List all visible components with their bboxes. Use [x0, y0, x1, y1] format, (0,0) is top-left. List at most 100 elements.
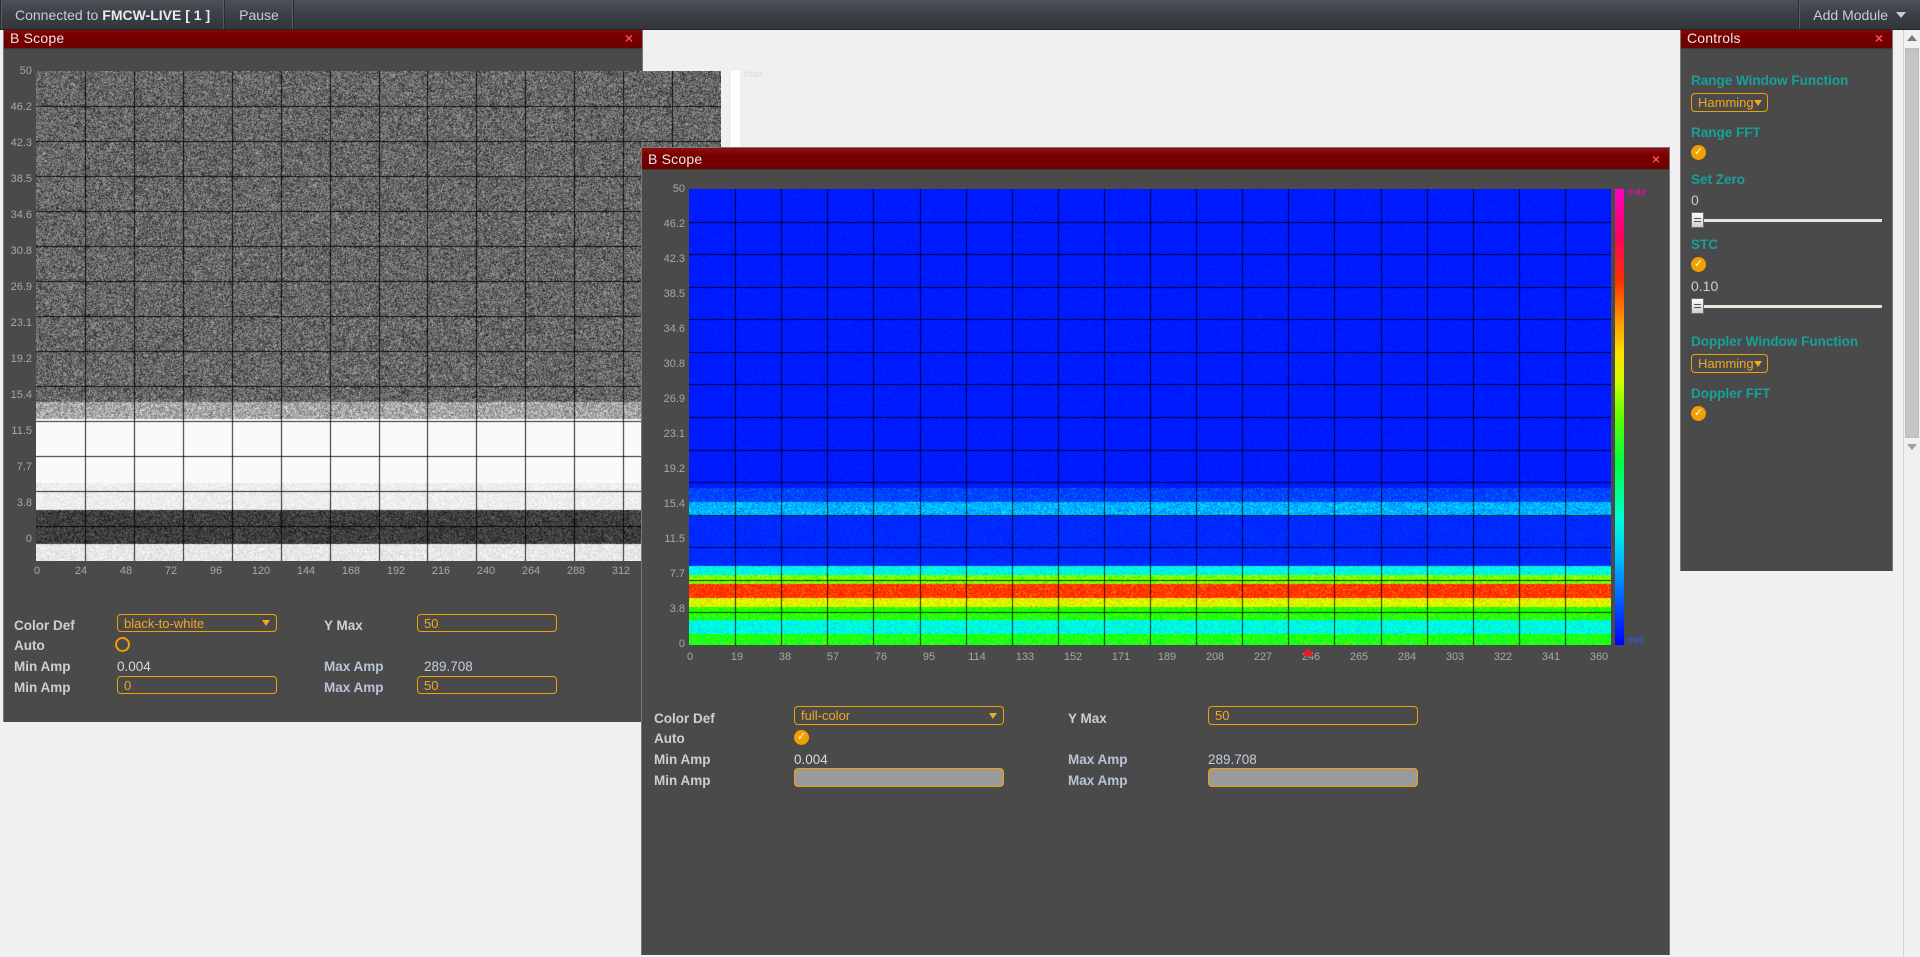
bscope-window-2-titlebar[interactable]: B Scope ×: [642, 148, 1669, 170]
y-tick: 30.8: [663, 358, 685, 370]
min-amp-input[interactable]: 0: [117, 676, 277, 694]
stc-slider[interactable]: [1691, 298, 1882, 314]
close-icon[interactable]: ×: [1872, 31, 1886, 45]
x-tick: 48: [119, 565, 133, 577]
max-amp-readout-label: Max Amp: [1068, 752, 1128, 767]
bscope-2-colorbar: [1615, 189, 1624, 645]
color-def-label: Color Def: [14, 618, 75, 633]
slider-track: [1691, 305, 1882, 308]
chevron-down-icon: [262, 620, 270, 626]
slider-thumb[interactable]: [1691, 298, 1704, 314]
y-tick: 34.6: [10, 209, 32, 221]
x-tick: 322: [1493, 651, 1513, 663]
close-icon[interactable]: ×: [1649, 152, 1663, 166]
max-amp-input[interactable]: [1208, 768, 1418, 787]
color-def-label: Color Def: [654, 711, 715, 726]
add-module-button[interactable]: Add Module: [1798, 0, 1920, 29]
x-tick: 72: [164, 565, 178, 577]
range-fft-label: Range FFT: [1691, 125, 1761, 140]
min-amp-readout-value: 0.004: [117, 659, 151, 674]
doppler-fft-checkbox[interactable]: ✓: [1691, 406, 1706, 421]
y-max-value: 50: [424, 615, 439, 631]
y-tick: 19.2: [10, 353, 32, 365]
doppler-window-function-select[interactable]: Hamming: [1691, 354, 1768, 373]
bscope-1-heatmap[interactable]: [36, 71, 721, 561]
bscope-window-1-titlebar[interactable]: B Scope ×: [4, 30, 642, 49]
slider-thumb[interactable]: [1691, 212, 1704, 228]
x-tick: 312: [611, 565, 631, 577]
x-tick: 24: [74, 565, 88, 577]
y-tick: 15.4: [10, 389, 32, 401]
y-tick: 11.5: [11, 425, 32, 437]
range-fft-checkbox[interactable]: ✓: [1691, 145, 1706, 160]
set-zero-slider[interactable]: [1691, 212, 1882, 228]
workspace: B Scope × 50 46.2 42.3 38.5 34.6 30.8 26…: [0, 30, 1908, 957]
y-max-label: Y Max: [324, 618, 363, 633]
min-amp-input[interactable]: [794, 768, 1004, 787]
x-tick: 76: [874, 651, 888, 663]
color-def-value: black-to-white: [124, 615, 205, 631]
x-tick: 189: [1157, 651, 1177, 663]
stc-value: 0.10: [1691, 278, 1719, 294]
y-max-input[interactable]: 50: [1208, 706, 1418, 725]
max-amp-readout-value: 289.708: [1208, 752, 1257, 767]
close-icon[interactable]: ×: [622, 31, 636, 45]
add-module-label: Add Module: [1813, 6, 1888, 23]
range-window-function-select[interactable]: Hamming: [1691, 93, 1768, 112]
x-tick: 360: [1589, 651, 1609, 663]
y-tick: 3.8: [16, 497, 32, 509]
x-tick: 96: [209, 565, 223, 577]
x-tick: 216: [431, 565, 451, 577]
y-max-label: Y Max: [1068, 711, 1107, 726]
bscope-1-controls: Color Def black-to-white Y Max 50 Auto M…: [4, 584, 644, 704]
controls-panel-title: Controls: [1687, 30, 1741, 46]
range-window-function-value: Hamming: [1698, 95, 1754, 110]
x-tick: 284: [1397, 651, 1417, 663]
scroll-down-arrow-icon[interactable]: [1904, 440, 1920, 454]
max-amp-readout-label: Max Amp: [324, 659, 384, 674]
max-amp-input-label: Max Amp: [1068, 773, 1128, 788]
pause-button[interactable]: Pause: [225, 0, 294, 29]
set-zero-value: 0: [1691, 192, 1699, 208]
top-toolbar: Connected to FMCW-LIVE [ 1 ] Pause Add M…: [0, 0, 1920, 30]
scrollbar-thumb[interactable]: [1905, 48, 1919, 438]
x-tick: 208: [1205, 651, 1225, 663]
connection-status: Connected to FMCW-LIVE [ 1 ]: [0, 0, 226, 29]
controls-panel-titlebar[interactable]: Controls ×: [1681, 30, 1892, 49]
stc-checkbox[interactable]: ✓: [1691, 257, 1706, 272]
y-tick: 38.5: [663, 288, 685, 300]
max-amp-input[interactable]: 50: [417, 676, 557, 694]
color-def-select[interactable]: black-to-white: [117, 614, 277, 632]
y-tick: 19.2: [663, 463, 685, 475]
controls-panel: Controls × Range Window Function Hamming…: [1680, 30, 1893, 571]
y-max-input[interactable]: 50: [417, 614, 557, 632]
connection-name-label: FMCW-LIVE [ 1 ]: [102, 6, 211, 23]
x-tick: 144: [296, 565, 316, 577]
auto-checkbox[interactable]: [115, 637, 130, 652]
y-max-value: 50: [1215, 708, 1230, 723]
bscope-window-1: B Scope × 50 46.2 42.3 38.5 34.6 30.8 26…: [3, 30, 763, 722]
stc-label: STC: [1691, 237, 1718, 252]
x-tick: 168: [341, 565, 361, 577]
x-tick: 120: [251, 565, 271, 577]
min-amp-input-label: Min Amp: [654, 773, 711, 788]
y-tick: 42.3: [663, 253, 685, 265]
x-tick: 288: [566, 565, 586, 577]
x-tick: 227: [1253, 651, 1273, 663]
section-doppler-window-function: Doppler Window Function Hamming: [1691, 334, 1882, 373]
max-amp-input-value: 50: [424, 677, 439, 693]
min-amp-readout-value: 0.004: [794, 752, 828, 767]
bscope-2-heatmap[interactable]: [689, 189, 1611, 645]
auto-checkbox[interactable]: ✓: [794, 730, 809, 745]
x-tick: 19: [730, 651, 744, 663]
chevron-down-icon: [1753, 360, 1762, 367]
scroll-up-arrow-icon[interactable]: [1904, 30, 1920, 46]
bscope-window-1-body: 50 46.2 42.3 38.5 34.6 30.8 26.9 23.1 19…: [4, 49, 763, 722]
bscope-2-colorbar-min-label: min: [1627, 635, 1644, 646]
x-tick: 152: [1063, 651, 1083, 663]
color-def-select[interactable]: full-color: [794, 706, 1004, 725]
doppler-window-function-label: Doppler Window Function: [1691, 334, 1859, 349]
y-tick: 50: [19, 65, 32, 77]
controls-panel-body: Range Window Function Hamming Range FFT …: [1681, 49, 1892, 571]
vertical-scrollbar[interactable]: [1903, 30, 1920, 957]
